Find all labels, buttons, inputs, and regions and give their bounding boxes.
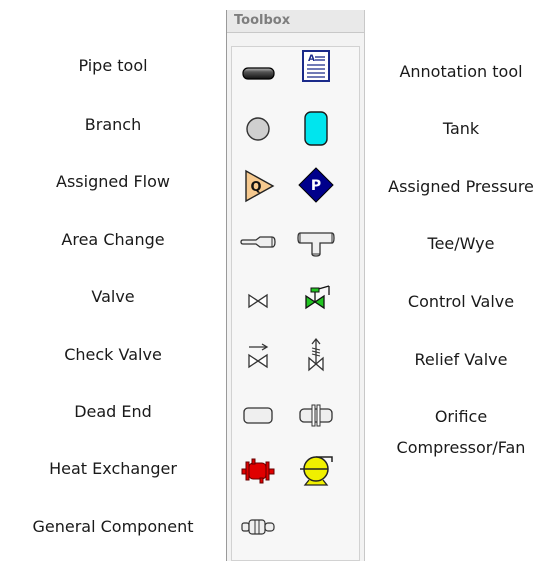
compressor-fan-icon xyxy=(300,456,333,486)
compressor-fan-tool-button[interactable] xyxy=(297,450,335,488)
label-pipe-tool: Pipe tool xyxy=(78,56,148,75)
branch-circle-icon xyxy=(246,117,270,141)
label-annotation-tool: Annotation tool xyxy=(399,62,523,81)
label-heat-exchanger: Heat Exchanger xyxy=(49,459,177,478)
toolbox-window: Toolbox A Q P xyxy=(226,10,365,561)
label-tee-wye: Tee/Wye xyxy=(427,234,495,253)
label-relief-valve: Relief Valve xyxy=(414,350,508,369)
assigned-pressure-letter: P xyxy=(311,178,321,194)
label-dead-end: Dead End xyxy=(74,402,152,421)
control-valve-icon xyxy=(305,285,330,310)
label-compressor-fan: Compressor/Fan xyxy=(396,438,526,457)
tee-icon xyxy=(297,232,335,257)
tank-icon xyxy=(304,111,328,146)
label-branch: Branch xyxy=(84,115,142,134)
relief-valve-tool-button[interactable] xyxy=(297,336,335,374)
label-assigned-flow: Assigned Flow xyxy=(56,172,170,191)
label-tank: Tank xyxy=(442,119,480,138)
orifice-icon xyxy=(299,404,333,427)
valve-icon xyxy=(248,293,268,309)
heat-exchanger-tool-button[interactable] xyxy=(239,451,277,489)
annotation-tool-button[interactable]: A xyxy=(297,48,335,86)
pipe-tool-button[interactable] xyxy=(239,54,277,92)
area-change-tool-button[interactable] xyxy=(239,223,277,261)
assigned-flow-letter: Q xyxy=(250,180,261,195)
label-valve: Valve xyxy=(91,287,135,306)
heat-exchanger-icon xyxy=(241,458,275,484)
dead-end-tool-button[interactable] xyxy=(239,396,277,434)
general-component-icon xyxy=(241,519,275,535)
label-assigned-pressure: Assigned Pressure xyxy=(388,177,534,196)
control-valve-tool-button[interactable] xyxy=(297,280,335,318)
label-orifice: Orifice xyxy=(434,407,488,426)
assigned-pressure-icon: P xyxy=(298,167,334,203)
label-area-change: Area Change xyxy=(61,230,165,249)
general-component-tool-button[interactable] xyxy=(239,507,277,545)
label-general-component: General Component xyxy=(32,517,194,536)
assigned-flow-tool-button[interactable]: Q xyxy=(239,166,277,204)
tee-wye-tool-button[interactable] xyxy=(297,223,335,261)
check-valve-icon xyxy=(248,343,269,369)
check-valve-tool-button[interactable] xyxy=(239,338,277,376)
annotation-icon: A xyxy=(302,50,330,82)
tank-tool-button[interactable] xyxy=(297,109,335,147)
branch-tool-button[interactable] xyxy=(239,109,277,147)
toolbox-header: Toolbox xyxy=(227,10,364,33)
label-check-valve: Check Valve xyxy=(64,345,162,364)
toolbox-title: Toolbox xyxy=(234,13,291,28)
orifice-tool-button[interactable] xyxy=(297,396,335,434)
pipe-icon xyxy=(242,67,275,80)
valve-tool-button[interactable] xyxy=(239,282,277,320)
assigned-flow-icon: Q xyxy=(245,169,275,203)
area-change-icon xyxy=(240,236,276,248)
assigned-pressure-tool-button[interactable]: P xyxy=(297,166,335,204)
label-control-valve: Control Valve xyxy=(407,292,515,311)
tank-body xyxy=(304,111,328,146)
svg-text:A: A xyxy=(308,54,315,64)
dead-end-icon xyxy=(243,407,273,424)
relief-valve-icon xyxy=(308,337,324,372)
